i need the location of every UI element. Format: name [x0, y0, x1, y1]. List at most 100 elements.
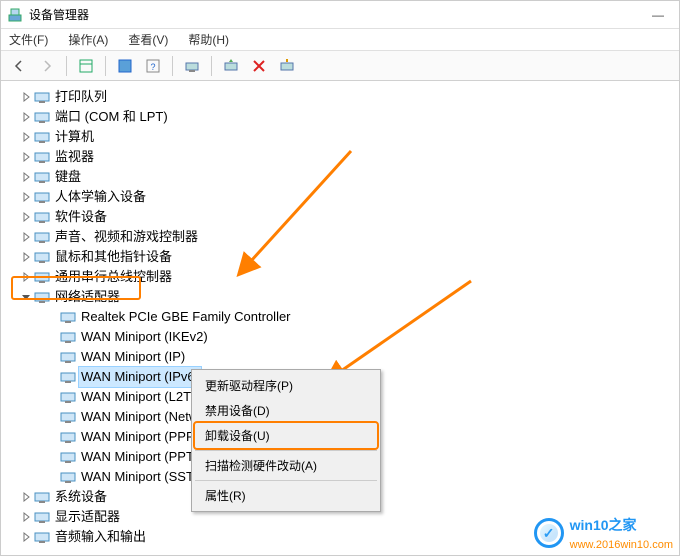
window-title: 设备管理器	[29, 6, 89, 23]
device-icon	[33, 189, 51, 205]
tree-item-label: WAN Miniport (PPTP)	[79, 447, 209, 467]
tree-item-label: 计算机	[53, 127, 96, 147]
help-button[interactable]: ?	[141, 55, 165, 77]
tree-network-child[interactable]: Realtek PCIe GBE Family Controller	[45, 307, 675, 327]
tree-category[interactable]: 通用串行总线控制器	[19, 267, 675, 287]
tree-category[interactable]: 监视器	[19, 147, 675, 167]
watermark-url: www.2016win10.com	[570, 539, 673, 551]
scan-hardware-button[interactable]	[180, 55, 204, 77]
expander-icon[interactable]	[19, 212, 33, 222]
tree-item-label: 端口 (COM 和 LPT)	[53, 107, 170, 127]
show-hide-tree-button[interactable]	[74, 55, 98, 77]
disable-button[interactable]	[275, 55, 299, 77]
network-adapter-icon	[59, 329, 77, 345]
tree-category[interactable]: 软件设备	[19, 207, 675, 227]
device-icon	[33, 229, 51, 245]
watermark-logo: ✓	[534, 518, 564, 548]
tree-item-label: WAN Miniport (IKEv2)	[79, 327, 210, 347]
menu-file[interactable]: 文件(F)	[5, 29, 52, 50]
device-icon	[33, 269, 51, 285]
tree-item-label: WAN Miniport (IP)	[79, 347, 187, 367]
tree-item-label: 鼠标和其他指针设备	[53, 247, 174, 267]
tree-network-child[interactable]: WAN Miniport (IKEv2)	[45, 327, 675, 347]
expander-icon[interactable]	[19, 132, 33, 142]
network-adapter-icon	[59, 469, 77, 485]
toolbar-separator	[105, 56, 106, 76]
expander-icon[interactable]	[19, 292, 33, 302]
watermark: ✓ win10之家 www.2016win10.com	[534, 515, 673, 551]
minimize-button[interactable]: —	[643, 8, 673, 22]
expander-icon[interactable]	[19, 532, 33, 542]
expander-icon[interactable]	[19, 172, 33, 182]
expander-icon[interactable]	[19, 192, 33, 202]
tree-item-label: 音频输入和输出	[53, 527, 148, 547]
network-adapter-icon	[33, 289, 51, 305]
menu-bar: 文件(F) 操作(A) 查看(V) 帮助(H)	[1, 29, 679, 51]
context-scan-hardware[interactable]: 扫描检测硬件改动(A)	[195, 453, 377, 478]
tree-category[interactable]: 计算机	[19, 127, 675, 147]
tree-item-label: 打印队列	[53, 87, 109, 107]
expander-icon[interactable]	[19, 112, 33, 122]
tree-item-label: Realtek PCIe GBE Family Controller	[79, 307, 293, 327]
back-button[interactable]	[7, 55, 31, 77]
device-icon	[33, 509, 51, 525]
update-driver-button[interactable]	[219, 55, 243, 77]
tree-item-label: 监视器	[53, 147, 96, 167]
device-icon	[33, 109, 51, 125]
device-icon	[33, 529, 51, 545]
tree-category[interactable]: 键盘	[19, 167, 675, 187]
expander-icon[interactable]	[19, 492, 33, 502]
forward-button[interactable]	[35, 55, 59, 77]
expander-icon[interactable]	[19, 232, 33, 242]
tree-category[interactable]: 人体学输入设备	[19, 187, 675, 207]
tree-category[interactable]: 端口 (COM 和 LPT)	[19, 107, 675, 127]
device-icon	[33, 89, 51, 105]
device-icon	[33, 149, 51, 165]
tree-network-child[interactable]: WAN Miniport (IP)	[45, 347, 675, 367]
network-adapter-icon	[59, 309, 77, 325]
network-adapter-icon	[59, 349, 77, 365]
svg-text:?: ?	[150, 62, 155, 72]
tree-item-label: WAN Miniport (IPv6)	[79, 367, 201, 387]
menu-action[interactable]: 操作(A)	[64, 29, 112, 50]
network-adapter-icon	[59, 429, 77, 445]
context-properties[interactable]: 属性(R)	[195, 483, 377, 508]
tree-category[interactable]: 打印队列	[19, 87, 675, 107]
tree-category[interactable]: 声音、视频和游戏控制器	[19, 227, 675, 247]
tree-item-label: 软件设备	[53, 207, 109, 227]
context-disable-device[interactable]: 禁用设备(D)	[195, 398, 377, 423]
tree-item-label: 显示适配器	[53, 507, 122, 527]
expander-icon[interactable]	[19, 252, 33, 262]
context-separator	[195, 480, 377, 481]
tree-item-label: 键盘	[53, 167, 83, 187]
context-update-driver[interactable]: 更新驱动程序(P)	[195, 373, 377, 398]
device-icon	[33, 489, 51, 505]
expander-icon[interactable]	[19, 152, 33, 162]
menu-view[interactable]: 查看(V)	[124, 29, 172, 50]
expander-icon[interactable]	[19, 512, 33, 522]
device-icon	[33, 169, 51, 185]
network-adapter-icon	[59, 369, 77, 385]
tree-item-label: 人体学输入设备	[53, 187, 148, 207]
toolbar-separator	[66, 56, 67, 76]
toolbar-separator	[211, 56, 212, 76]
properties-button[interactable]	[113, 55, 137, 77]
uninstall-button[interactable]	[247, 55, 271, 77]
expander-icon[interactable]	[19, 92, 33, 102]
toolbar: ?	[1, 51, 679, 81]
tree-item-label: 系统设备	[53, 487, 109, 507]
device-icon	[33, 129, 51, 145]
tree-network-adapters[interactable]: 网络适配器	[19, 287, 675, 307]
tree-item-label: WAN Miniport (SSTP)	[79, 467, 209, 487]
tree-item-label: 声音、视频和游戏控制器	[53, 227, 200, 247]
menu-help[interactable]: 帮助(H)	[184, 29, 233, 50]
expander-icon[interactable]	[19, 272, 33, 282]
network-adapter-icon	[59, 409, 77, 425]
tree-item-label: 网络适配器	[53, 287, 122, 307]
context-uninstall-device[interactable]: 卸载设备(U)	[195, 423, 377, 448]
tree-category[interactable]: 鼠标和其他指针设备	[19, 247, 675, 267]
device-icon	[33, 209, 51, 225]
tree-item-label: 通用串行总线控制器	[53, 267, 174, 287]
device-icon	[33, 249, 51, 265]
tree-item-label: WAN Miniport (L2TP)	[79, 387, 206, 407]
